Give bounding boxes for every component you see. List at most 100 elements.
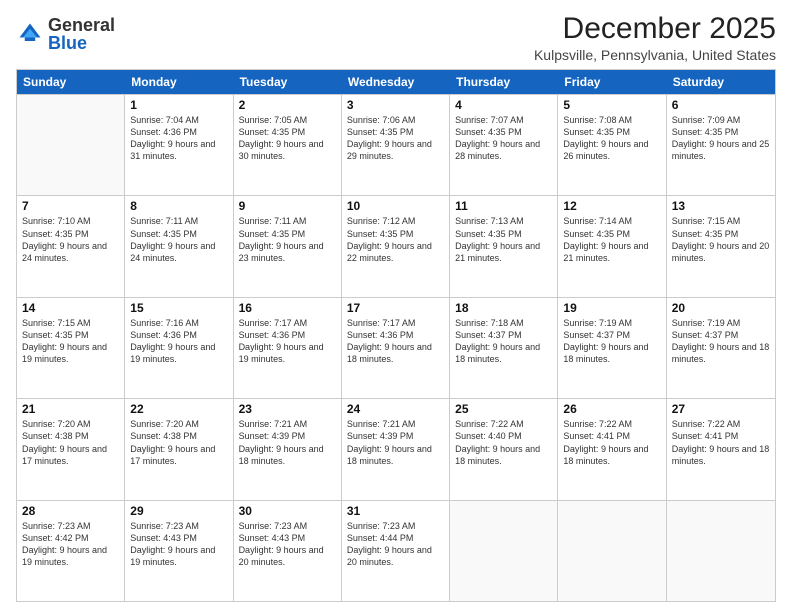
- cell-info: Sunrise: 7:17 AM Sunset: 4:36 PM Dayligh…: [239, 317, 336, 366]
- cell-info: Sunrise: 7:21 AM Sunset: 4:39 PM Dayligh…: [347, 418, 444, 467]
- calendar-cell: 25 Sunrise: 7:22 AM Sunset: 4:40 PM Dayli…: [450, 399, 558, 499]
- cell-info: Sunrise: 7:12 AM Sunset: 4:35 PM Dayligh…: [347, 215, 444, 264]
- cell-info: Sunrise: 7:19 AM Sunset: 4:37 PM Dayligh…: [563, 317, 660, 366]
- cell-date: 3: [347, 98, 444, 112]
- cell-info: Sunrise: 7:11 AM Sunset: 4:35 PM Dayligh…: [239, 215, 336, 264]
- cell-date: 16: [239, 301, 336, 315]
- cell-info: Sunrise: 7:23 AM Sunset: 4:43 PM Dayligh…: [239, 520, 336, 569]
- calendar-cell: 14Sunrise: 7:15 AM Sunset: 4:35 PM Dayli…: [17, 298, 125, 398]
- cell-date: 30: [239, 504, 336, 518]
- title-block: December 2025 Kulpsville, Pennsylvania, …: [534, 12, 776, 63]
- calendar-cell: 20 Sunrise: 7:19 AM Sunset: 4:37 PM Dayli…: [667, 298, 775, 398]
- main-title: December 2025: [534, 12, 776, 45]
- calendar-cell: 12Sunrise: 7:14 AM Sunset: 4:35 PM Dayli…: [558, 196, 666, 296]
- calendar-cell: [558, 501, 666, 601]
- cell-info: Sunrise: 7:04 AM Sunset: 4:36 PM Dayligh…: [130, 114, 227, 163]
- calendar-cell: 18Sunrise: 7:18 AM Sunset: 4:37 PM Dayli…: [450, 298, 558, 398]
- cell-info: Sunrise: 7:22 AM Sunset: 4:40 PM Dayligh…: [455, 418, 552, 467]
- logo: General Blue: [16, 16, 115, 52]
- calendar-cell: 2 Sunrise: 7:05 AM Sunset: 4:35 PM Daylig…: [234, 95, 342, 195]
- cell-date: 25: [455, 402, 552, 416]
- logo-general: General: [48, 15, 115, 35]
- calendar-cell: 21Sunrise: 7:20 AM Sunset: 4:38 PM Dayli…: [17, 399, 125, 499]
- cell-info: Sunrise: 7:09 AM Sunset: 4:35 PM Dayligh…: [672, 114, 770, 163]
- logo-icon: [16, 20, 44, 48]
- cell-info: Sunrise: 7:13 AM Sunset: 4:35 PM Dayligh…: [455, 215, 552, 264]
- cell-date: 31: [347, 504, 444, 518]
- cell-date: 20: [672, 301, 770, 315]
- day-header-monday: Monday: [125, 70, 233, 94]
- calendar-week-4: 28 Sunrise: 7:23 AM Sunset: 4:42 PM Dayli…: [17, 500, 775, 601]
- cell-info: Sunrise: 7:05 AM Sunset: 4:35 PM Dayligh…: [239, 114, 336, 163]
- cell-date: 26: [563, 402, 660, 416]
- calendar: SundayMondayTuesdayWednesdayThursdayFrid…: [16, 69, 776, 602]
- cell-date: 17: [347, 301, 444, 315]
- cell-date: 18: [455, 301, 552, 315]
- calendar-body: 1 Sunrise: 7:04 AM Sunset: 4:36 PM Daylig…: [17, 94, 775, 601]
- cell-info: Sunrise: 7:17 AM Sunset: 4:36 PM Dayligh…: [347, 317, 444, 366]
- cell-date: 19: [563, 301, 660, 315]
- day-header-saturday: Saturday: [667, 70, 775, 94]
- cell-info: Sunrise: 7:19 AM Sunset: 4:37 PM Dayligh…: [672, 317, 770, 366]
- calendar-cell: 29Sunrise: 7:23 AM Sunset: 4:43 PM Dayli…: [125, 501, 233, 601]
- calendar-cell: 10 Sunrise: 7:12 AM Sunset: 4:35 PM Dayli…: [342, 196, 450, 296]
- cell-info: Sunrise: 7:23 AM Sunset: 4:42 PM Dayligh…: [22, 520, 119, 569]
- calendar-cell: 27Sunrise: 7:22 AM Sunset: 4:41 PM Dayli…: [667, 399, 775, 499]
- calendar-cell: 16 Sunrise: 7:17 AM Sunset: 4:36 PM Dayli…: [234, 298, 342, 398]
- cell-date: 7: [22, 199, 119, 213]
- cell-date: 23: [239, 402, 336, 416]
- cell-info: Sunrise: 7:23 AM Sunset: 4:44 PM Dayligh…: [347, 520, 444, 569]
- calendar-cell: 22 Sunrise: 7:20 AM Sunset: 4:38 PM Dayli…: [125, 399, 233, 499]
- calendar-cell: 11Sunrise: 7:13 AM Sunset: 4:35 PM Dayli…: [450, 196, 558, 296]
- calendar-header: SundayMondayTuesdayWednesdayThursdayFrid…: [17, 70, 775, 94]
- cell-info: Sunrise: 7:21 AM Sunset: 4:39 PM Dayligh…: [239, 418, 336, 467]
- calendar-cell: 1 Sunrise: 7:04 AM Sunset: 4:36 PM Daylig…: [125, 95, 233, 195]
- subtitle: Kulpsville, Pennsylvania, United States: [534, 47, 776, 63]
- calendar-cell: 15 Sunrise: 7:16 AM Sunset: 4:36 PM Dayli…: [125, 298, 233, 398]
- cell-date: 1: [130, 98, 227, 112]
- day-header-tuesday: Tuesday: [234, 70, 342, 94]
- calendar-cell: 5Sunrise: 7:08 AM Sunset: 4:35 PM Daylig…: [558, 95, 666, 195]
- calendar-cell: 9 Sunrise: 7:11 AM Sunset: 4:35 PM Daylig…: [234, 196, 342, 296]
- calendar-cell: 30 Sunrise: 7:23 AM Sunset: 4:43 PM Dayli…: [234, 501, 342, 601]
- calendar-cell: 8 Sunrise: 7:11 AM Sunset: 4:35 PM Daylig…: [125, 196, 233, 296]
- calendar-cell: 26 Sunrise: 7:22 AM Sunset: 4:41 PM Dayli…: [558, 399, 666, 499]
- cell-info: Sunrise: 7:16 AM Sunset: 4:36 PM Dayligh…: [130, 317, 227, 366]
- cell-date: 2: [239, 98, 336, 112]
- day-header-thursday: Thursday: [450, 70, 558, 94]
- calendar-cell: 4 Sunrise: 7:07 AM Sunset: 4:35 PM Daylig…: [450, 95, 558, 195]
- cell-date: 24: [347, 402, 444, 416]
- cell-date: 10: [347, 199, 444, 213]
- cell-info: Sunrise: 7:20 AM Sunset: 4:38 PM Dayligh…: [22, 418, 119, 467]
- calendar-cell: [667, 501, 775, 601]
- calendar-cell: 17 Sunrise: 7:17 AM Sunset: 4:36 PM Dayli…: [342, 298, 450, 398]
- cell-info: Sunrise: 7:14 AM Sunset: 4:35 PM Dayligh…: [563, 215, 660, 264]
- cell-info: Sunrise: 7:07 AM Sunset: 4:35 PM Dayligh…: [455, 114, 552, 163]
- cell-date: 9: [239, 199, 336, 213]
- calendar-cell: [450, 501, 558, 601]
- calendar-week-3: 21Sunrise: 7:20 AM Sunset: 4:38 PM Dayli…: [17, 398, 775, 499]
- cell-info: Sunrise: 7:22 AM Sunset: 4:41 PM Dayligh…: [563, 418, 660, 467]
- calendar-cell: 19 Sunrise: 7:19 AM Sunset: 4:37 PM Dayli…: [558, 298, 666, 398]
- calendar-cell: 24 Sunrise: 7:21 AM Sunset: 4:39 PM Dayli…: [342, 399, 450, 499]
- cell-date: 27: [672, 402, 770, 416]
- cell-info: Sunrise: 7:20 AM Sunset: 4:38 PM Dayligh…: [130, 418, 227, 467]
- calendar-cell: 13Sunrise: 7:15 AM Sunset: 4:35 PM Dayli…: [667, 196, 775, 296]
- cell-date: 6: [672, 98, 770, 112]
- cell-info: Sunrise: 7:10 AM Sunset: 4:35 PM Dayligh…: [22, 215, 119, 264]
- cell-date: 4: [455, 98, 552, 112]
- calendar-week-1: 7 Sunrise: 7:10 AM Sunset: 4:35 PM Daylig…: [17, 195, 775, 296]
- cell-info: Sunrise: 7:06 AM Sunset: 4:35 PM Dayligh…: [347, 114, 444, 163]
- cell-info: Sunrise: 7:15 AM Sunset: 4:35 PM Dayligh…: [22, 317, 119, 366]
- calendar-cell: [17, 95, 125, 195]
- cell-info: Sunrise: 7:08 AM Sunset: 4:35 PM Dayligh…: [563, 114, 660, 163]
- cell-date: 22: [130, 402, 227, 416]
- cell-date: 28: [22, 504, 119, 518]
- cell-info: Sunrise: 7:15 AM Sunset: 4:35 PM Dayligh…: [672, 215, 770, 264]
- day-header-sunday: Sunday: [17, 70, 125, 94]
- cell-info: Sunrise: 7:11 AM Sunset: 4:35 PM Dayligh…: [130, 215, 227, 264]
- cell-date: 15: [130, 301, 227, 315]
- logo-text: General Blue: [48, 16, 115, 52]
- cell-date: 8: [130, 199, 227, 213]
- calendar-cell: 6 Sunrise: 7:09 AM Sunset: 4:35 PM Daylig…: [667, 95, 775, 195]
